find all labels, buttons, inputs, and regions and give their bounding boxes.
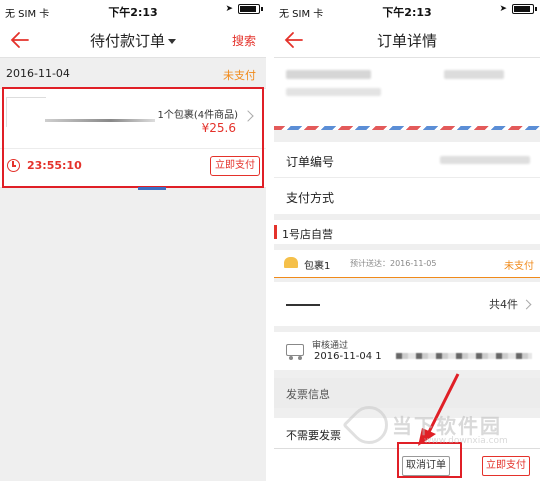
product-thumbnail (6, 97, 46, 127)
tracking-row[interactable]: 审核通过 2016-11-04 1 (274, 332, 540, 370)
location-icon: ➤ (225, 4, 233, 14)
left-screen-pending-orders: 无 SIM 卡 下午2:13 ➤ 待付款订单 搜索 2016-11-04 未支付… (0, 0, 266, 481)
page-title: 待付款订单 (89, 32, 165, 50)
store-header: 1号店自营 (274, 220, 540, 244)
blurred-recipient-phone (444, 70, 504, 79)
divider (0, 148, 266, 149)
package-status: 未支付 (504, 261, 534, 272)
page-title-dropdown[interactable]: 待付款订单 (0, 30, 266, 51)
store-marker (274, 225, 277, 239)
blurred-order-number (440, 156, 530, 164)
tracking-status: 审核通过 (312, 341, 349, 351)
location-icon: ➤ (499, 4, 507, 14)
cancel-order-button[interactable]: 取消订单 (402, 456, 450, 476)
order-status: 未支付 (223, 69, 256, 82)
order-number-label: 订单编号 (286, 155, 335, 169)
blurred-address (286, 88, 381, 96)
pay-now-button[interactable]: 立即支付 (482, 456, 530, 476)
shipping-address-card[interactable] (274, 58, 540, 130)
goods-count: 共4件 (489, 298, 518, 311)
truck-icon (286, 344, 304, 360)
chevron-right-icon (521, 299, 532, 310)
status-icons: ➤ (499, 4, 537, 14)
caret-down-icon (168, 39, 176, 44)
nav-bar: 订单详情 (274, 22, 540, 58)
order-date: 2016-11-04 (6, 67, 70, 80)
invoice-value: 不需要发票 (286, 429, 341, 442)
chevron-right-icon (242, 110, 254, 122)
clock-icon (7, 159, 20, 172)
order-price: ¥25.6 (201, 121, 236, 135)
nav-bar: 待付款订单 搜索 (0, 22, 266, 58)
invoice-section-label: 发票信息 (286, 388, 330, 401)
scroll-indicator (138, 187, 166, 190)
invoice-row: 不需要发票 (274, 418, 540, 448)
package-name: 包裹1 (304, 261, 331, 272)
status-bar: 无 SIM 卡 下午2:13 ➤ (0, 0, 266, 22)
product-thumbnail (286, 304, 320, 306)
blurred-tracking-info (396, 353, 532, 359)
status-icons: ➤ (225, 4, 263, 14)
battery-icon (512, 4, 537, 14)
blurred-product-info (45, 119, 155, 122)
package-eta: 预计送达：2016-11-05 (350, 259, 437, 268)
blurred-recipient-name (286, 70, 371, 79)
package-row: 包裹1 预计送达：2016-11-05 未支付 (274, 250, 540, 278)
order-date-row: 2016-11-04 未支付 (0, 58, 266, 88)
tracking-date: 2016-11-04 1 (314, 351, 382, 362)
battery-icon (238, 4, 263, 14)
page-title: 订单详情 (376, 32, 437, 50)
bottom-action-bar: 取消订单 立即支付 (274, 448, 540, 481)
envelope-stripe (274, 126, 540, 130)
right-screen-order-detail: 无 SIM 卡 下午2:13 ➤ 订单详情 订单编号 支付方式 1号店自营 包裹… (274, 0, 540, 481)
payment-method-row[interactable]: 支付方式 (274, 178, 540, 214)
package-summary: 1个包裹(4件商品) (157, 110, 238, 121)
search-button[interactable]: 搜索 (232, 32, 256, 49)
package-icon (284, 257, 298, 268)
order-number-row: 订单编号 (274, 142, 540, 178)
invoice-section-header: 发票信息 (274, 378, 540, 408)
payment-countdown: 23:55:10 (27, 159, 82, 172)
store-name: 1号店自营 (282, 228, 333, 241)
payment-method-label: 支付方式 (286, 191, 335, 205)
status-bar: 无 SIM 卡 下午2:13 ➤ (274, 0, 540, 22)
order-card[interactable]: 1个包裹(4件商品) ¥25.6 23:55:10 立即支付 (0, 88, 266, 188)
pay-now-button[interactable]: 立即支付 (210, 156, 260, 176)
goods-row[interactable]: 共4件 (274, 282, 540, 326)
